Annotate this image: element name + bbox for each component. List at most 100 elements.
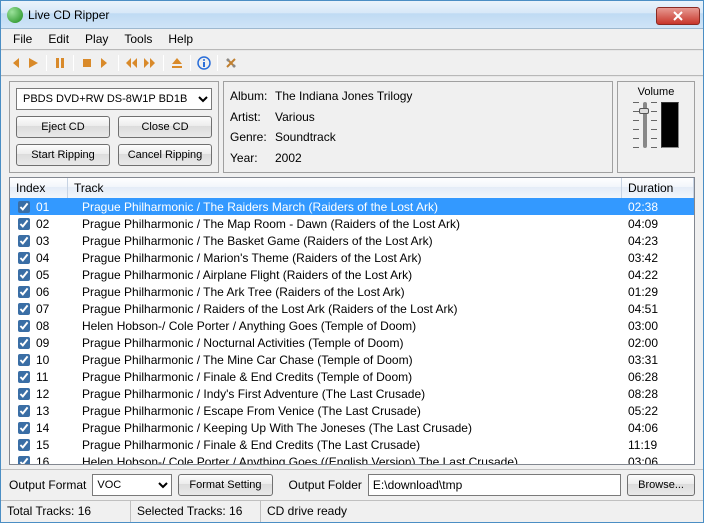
track-title: Prague Philharmonic / Nocturnal Activiti…	[68, 336, 622, 350]
rewind-icon	[125, 57, 139, 69]
track-checkbox[interactable]	[18, 201, 30, 213]
track-checkbox[interactable]	[18, 405, 30, 417]
track-index: 16	[36, 455, 49, 465]
eject-button[interactable]	[169, 55, 185, 71]
close-icon	[672, 11, 684, 21]
track-checkbox[interactable]	[18, 371, 30, 383]
table-row[interactable]: 03Prague Philharmonic / The Basket Game …	[10, 232, 694, 249]
tracklist-body[interactable]: 01Prague Philharmonic / The Raiders Marc…	[10, 198, 694, 464]
volume-panel: Volume	[617, 81, 695, 173]
track-checkbox[interactable]	[18, 439, 30, 451]
track-title: Prague Philharmonic / The Raiders March …	[68, 200, 622, 214]
table-row[interactable]: 09Prague Philharmonic / Nocturnal Activi…	[10, 334, 694, 351]
upper-panels: PBDS DVD+RW DS-8W1P BD1B Eject CD Close …	[1, 77, 703, 177]
menu-help[interactable]: Help	[160, 30, 201, 48]
table-row[interactable]: 13Prague Philharmonic / Escape From Veni…	[10, 402, 694, 419]
genre-label: Genre:	[230, 130, 275, 144]
output-format-label: Output Format	[9, 478, 86, 492]
volume-label: Volume	[638, 86, 675, 98]
track-title: Helen Hobson-/ Cole Porter / Anything Go…	[68, 455, 622, 465]
cancel-ripping-button[interactable]: Cancel Ripping	[118, 144, 212, 166]
track-index: 11	[36, 370, 48, 384]
app-icon	[7, 7, 23, 23]
table-row[interactable]: 07Prague Philharmonic / Raiders of the L…	[10, 300, 694, 317]
table-row[interactable]: 12Prague Philharmonic / Indy's First Adv…	[10, 385, 694, 402]
col-track[interactable]: Track	[68, 178, 622, 198]
track-title: Prague Philharmonic / Keeping Up With Th…	[68, 421, 622, 435]
track-checkbox[interactable]	[18, 303, 30, 315]
volume-thumb[interactable]	[639, 108, 649, 114]
track-checkbox[interactable]	[18, 320, 30, 332]
track-checkbox[interactable]	[18, 235, 30, 247]
track-duration: 05:22	[622, 404, 694, 418]
menubar: File Edit Play Tools Help	[1, 29, 703, 49]
track-checkbox[interactable]	[18, 218, 30, 230]
menu-file[interactable]: File	[5, 30, 40, 48]
table-row[interactable]: 11 Prague Philharmonic / Finale & End Cre…	[10, 368, 694, 385]
track-duration: 01:29	[622, 285, 694, 299]
table-row[interactable]: 06Prague Philharmonic / The Ark Tree (Ra…	[10, 283, 694, 300]
track-duration: 03:00	[622, 319, 694, 333]
output-folder-input[interactable]	[368, 474, 621, 496]
track-index: 04	[36, 251, 49, 265]
track-title: Prague Philharmonic / The Map Room - Daw…	[68, 217, 622, 231]
browse-button[interactable]: Browse...	[627, 474, 695, 496]
table-row[interactable]: 16 Helen Hobson-/ Cole Porter / Anything …	[10, 453, 694, 464]
drive-panel: PBDS DVD+RW DS-8W1P BD1B Eject CD Close …	[9, 81, 219, 173]
track-duration: 03:31	[622, 353, 694, 367]
close-cd-button[interactable]: Close CD	[118, 116, 212, 138]
track-duration: 04:09	[622, 217, 694, 231]
close-button[interactable]	[656, 7, 700, 25]
play-button[interactable]	[25, 55, 41, 71]
rewind-button[interactable]	[124, 55, 140, 71]
pause-button[interactable]	[52, 55, 68, 71]
table-row[interactable]: 08Helen Hobson-/ Cole Porter / Anything …	[10, 317, 694, 334]
output-format-select[interactable]: VOC	[92, 474, 172, 496]
track-checkbox[interactable]	[18, 252, 30, 264]
track-index: 07	[36, 302, 49, 316]
table-row[interactable]: 01Prague Philharmonic / The Raiders Marc…	[10, 198, 694, 215]
track-duration: 06:28	[622, 370, 694, 384]
track-checkbox[interactable]	[18, 388, 30, 400]
track-checkbox[interactable]	[18, 337, 30, 349]
track-checkbox[interactable]	[18, 422, 30, 434]
menu-tools[interactable]: Tools	[116, 30, 160, 48]
eject-cd-button[interactable]: Eject CD	[16, 116, 110, 138]
track-title: Helen Hobson-/ Cole Porter / Anything Go…	[68, 319, 622, 333]
prev-button[interactable]	[7, 55, 23, 71]
col-index[interactable]: Index	[10, 178, 68, 198]
drive-select[interactable]: PBDS DVD+RW DS-8W1P BD1B	[16, 88, 212, 110]
menu-edit[interactable]: Edit	[40, 30, 77, 48]
track-checkbox[interactable]	[18, 354, 30, 366]
track-checkbox[interactable]	[18, 286, 30, 298]
prev-icon	[9, 57, 21, 69]
format-setting-button[interactable]: Format Setting	[178, 474, 272, 496]
tracklist: Index Track Duration 01Prague Philharmon…	[9, 177, 695, 465]
track-index: 02	[36, 217, 49, 231]
track-title: Prague Philharmonic / The Mine Car Chase…	[68, 353, 622, 367]
stop-icon	[81, 57, 93, 69]
table-row[interactable]: 02 Prague Philharmonic / The Map Room - D…	[10, 215, 694, 232]
table-row[interactable]: 15Prague Philharmonic / Finale & End Cre…	[10, 436, 694, 453]
table-row[interactable]: 05Prague Philharmonic / Airplane Flight …	[10, 266, 694, 283]
start-ripping-button[interactable]: Start Ripping	[16, 144, 110, 166]
menu-play[interactable]: Play	[77, 30, 116, 48]
col-duration[interactable]: Duration	[622, 178, 694, 198]
artist-value: Various	[275, 110, 606, 124]
next-icon	[99, 57, 111, 69]
track-duration: 04:06	[622, 421, 694, 435]
stop-button[interactable]	[79, 55, 95, 71]
info-button[interactable]	[196, 55, 212, 71]
next-button[interactable]	[97, 55, 113, 71]
table-row[interactable]: 14Prague Philharmonic / Keeping Up With …	[10, 419, 694, 436]
track-duration: 03:06	[622, 455, 694, 465]
window-title: Live CD Ripper	[28, 8, 656, 22]
volume-slider[interactable]	[643, 102, 647, 148]
fastforward-button[interactable]	[142, 55, 158, 71]
table-row[interactable]: 10Prague Philharmonic / The Mine Car Cha…	[10, 351, 694, 368]
track-checkbox[interactable]	[18, 269, 30, 281]
table-row[interactable]: 04Prague Philharmonic / Marion's Theme (…	[10, 249, 694, 266]
track-title: Prague Philharmonic / Finale & End Credi…	[68, 370, 622, 384]
settings-button[interactable]	[223, 55, 239, 71]
track-checkbox[interactable]	[18, 456, 30, 465]
